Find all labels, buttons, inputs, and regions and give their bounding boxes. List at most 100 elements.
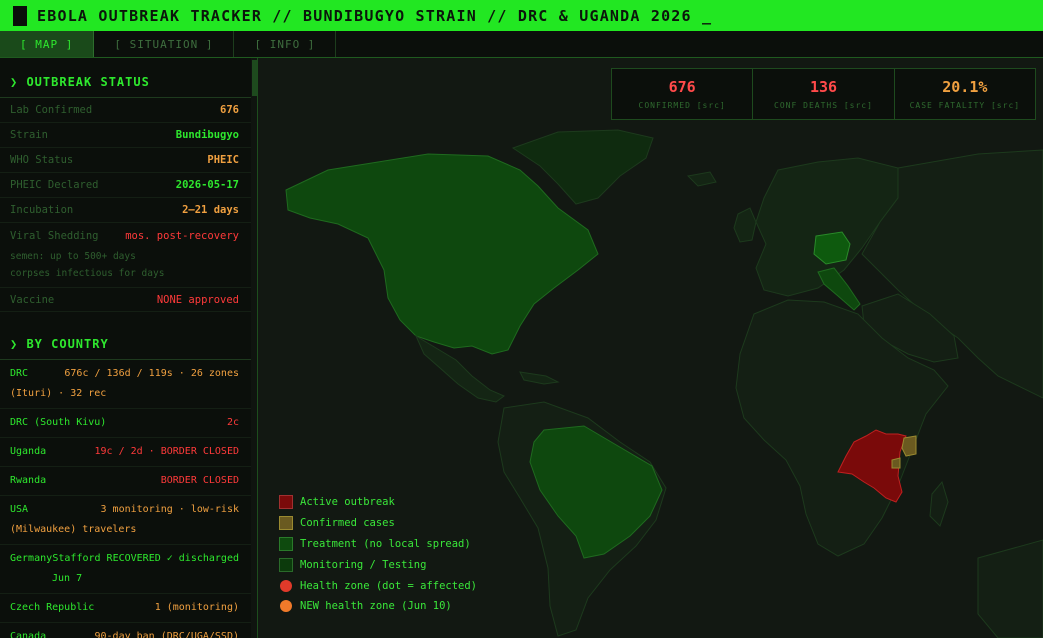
- status-key: Viral Shedding: [10, 229, 99, 242]
- legend-swatch: [279, 516, 293, 531]
- stats-panel: 676 CONFIRMED [src] 136 CONF DEATHS [src…: [611, 68, 1036, 120]
- tab-bar: [ MAP ] [ SITUATION ] [ INFO ]: [0, 31, 1043, 58]
- status-value: PHEIC: [207, 154, 239, 166]
- status-key: Strain: [10, 129, 48, 141]
- country-row[interactable]: Uganda 19c / 2d · BORDER CLOSED: [0, 438, 251, 467]
- stat-value: 20.1%: [942, 78, 988, 96]
- viral-shedding-block: Viral Shedding mos. post-recovery semen:…: [0, 223, 257, 288]
- legend-item: NEW health zone (Jun 10): [279, 596, 477, 617]
- stat-label: CASE FATALITY [src]: [909, 101, 1021, 110]
- legend-label: Health zone (dot = affected): [300, 579, 478, 592]
- tab-map[interactable]: [ MAP ]: [0, 31, 95, 57]
- country-row[interactable]: Germany Stafford RECOVERED ✓ discharged …: [0, 545, 251, 594]
- status-row: PHEIC Declared 2026-05-17: [0, 173, 251, 198]
- legend-item: Confirmed cases: [279, 513, 477, 534]
- status-value: NONE approved: [156, 293, 239, 306]
- country-value: 3 monitoring · low-risk: [100, 504, 239, 515]
- country-value: 1 (monitoring): [154, 602, 239, 613]
- map-caribbean[interactable]: [519, 371, 560, 385]
- status-value: Bundibugyo: [175, 129, 239, 141]
- legend-swatch: [279, 536, 293, 551]
- stat-label: CONF DEATHS [src]: [774, 101, 873, 110]
- map-madagascar[interactable]: [929, 480, 949, 527]
- by-country-heading: ❯ BY COUNTRY: [0, 312, 251, 360]
- status-key: Incubation: [10, 204, 74, 216]
- map-legend: Active outbreak Confirmed cases Treatmen…: [279, 492, 477, 617]
- stat-fatality[interactable]: 20.1% CASE FATALITY [src]: [895, 69, 1035, 119]
- map-iceland[interactable]: [686, 171, 717, 187]
- status-key: WHO Status: [10, 154, 74, 166]
- shedding-note: semen: up to 500+ days: [10, 251, 136, 262]
- map-australia[interactable]: [977, 539, 1043, 638]
- page-title: EBOLA OUTBREAK TRACKER // BUNDIBUGYO STR…: [37, 6, 713, 25]
- country-value: 2c: [226, 417, 239, 428]
- shedding-note: corpses infectious for days: [10, 268, 165, 279]
- country-name: Uganda: [10, 446, 47, 457]
- country-row[interactable]: Rwanda BORDER CLOSED: [0, 467, 251, 496]
- status-row: Strain Bundibugyo: [0, 123, 251, 148]
- country-row[interactable]: Czech Republic 1 (monitoring): [0, 594, 251, 623]
- status-key: Vaccine: [10, 293, 55, 306]
- country-name: Czech Republic: [10, 602, 95, 613]
- app-window: EBOLA OUTBREAK TRACKER // BUNDIBUGYO STR…: [0, 0, 1043, 638]
- country-value: 19c / 2d · BORDER CLOSED: [94, 446, 240, 457]
- legend-label: Active outbreak: [300, 496, 395, 509]
- legend-swatch: [279, 557, 293, 572]
- country-value: BORDER CLOSED: [160, 475, 239, 486]
- country-value: 90-day ban (DRC/UGA/SSD): [94, 631, 240, 638]
- status-row: Vaccine NONE approved: [0, 288, 251, 312]
- country-name: Germany: [10, 553, 53, 564]
- status-key: PHEIC Declared: [10, 179, 99, 191]
- country-value-cont: Jun 7: [52, 573, 83, 584]
- stat-label: CONFIRMED [src]: [638, 101, 726, 110]
- legend-label: Confirmed cases: [300, 517, 395, 530]
- sidebar-scrollbar[interactable]: [251, 58, 257, 638]
- legend-item: Active outbreak: [279, 492, 477, 513]
- country-row[interactable]: DRC (South Kivu) 2c: [0, 409, 251, 438]
- sidebar-scroll-thumb[interactable]: [252, 60, 257, 96]
- country-name: DRC: [10, 368, 29, 379]
- title-bar: EBOLA OUTBREAK TRACKER // BUNDIBUGYO STR…: [0, 0, 1043, 31]
- status-row: WHO Status PHEIC: [0, 148, 251, 173]
- map-uk[interactable]: [733, 207, 757, 243]
- legend-label: NEW health zone (Jun 10): [300, 600, 452, 613]
- status-row: Lab Confirmed 676: [0, 98, 251, 123]
- country-name: Canada: [10, 631, 47, 638]
- legend-item: Health zone (dot = affected): [279, 575, 477, 596]
- legend-item: Treatment (no local spread): [279, 534, 477, 555]
- country-row[interactable]: Canada 90-day ban (DRC/UGA/SSD): [0, 623, 251, 638]
- status-row: Viral Shedding mos. post-recovery: [0, 223, 251, 248]
- new-health-zone-dot-icon: [280, 600, 292, 613]
- country-name: USA: [10, 504, 29, 515]
- country-value: Stafford RECOVERED ✓ discharged: [52, 553, 239, 564]
- status-value: 2–21 days: [182, 204, 239, 216]
- country-value: 676c / 136d / 119s · 26 zones: [64, 368, 239, 379]
- country-name: DRC (South Kivu): [10, 417, 107, 428]
- status-value: 2026-05-17: [175, 179, 239, 191]
- stat-value: 676: [668, 78, 696, 96]
- legend-swatch: [279, 495, 293, 510]
- tab-info[interactable]: [ INFO ]: [234, 31, 337, 57]
- stat-confirmed[interactable]: 676 CONFIRMED [src]: [612, 69, 754, 119]
- country-row[interactable]: USA 3 monitoring · low-risk (Milwaukee) …: [0, 496, 251, 545]
- status-value: mos. post-recovery: [125, 229, 239, 242]
- status-key: Lab Confirmed: [10, 104, 93, 116]
- stat-value: 136: [809, 78, 838, 96]
- country-row[interactable]: DRC 676c / 136d / 119s · 26 zones (Ituri…: [0, 360, 251, 409]
- legend-item: Monitoring / Testing: [279, 554, 477, 575]
- country-value-cont: (Milwaukee) travelers: [10, 524, 137, 535]
- health-zone-dot-icon: [280, 579, 292, 592]
- map-north-america[interactable]: [285, 153, 599, 355]
- map-rwanda[interactable]: [891, 457, 901, 469]
- stat-deaths[interactable]: 136 CONF DEATHS [src]: [753, 69, 895, 119]
- status-row: Incubation 2–21 days: [0, 198, 251, 223]
- country-value-cont: (Ituri) · 32 rec: [10, 388, 107, 399]
- tab-situation[interactable]: [ SITUATION ]: [94, 31, 235, 57]
- legend-label: Monitoring / Testing: [300, 558, 427, 571]
- country-name: Rwanda: [10, 475, 47, 486]
- terminal-cursor-icon: [13, 5, 27, 26]
- map-uganda-confirmed[interactable]: [901, 435, 917, 457]
- status-value: 676: [220, 104, 239, 116]
- sidebar: ❯ OUTBREAK STATUS Lab Confirmed 676 Stra…: [0, 58, 258, 638]
- legend-label: Treatment (no local spread): [300, 537, 471, 550]
